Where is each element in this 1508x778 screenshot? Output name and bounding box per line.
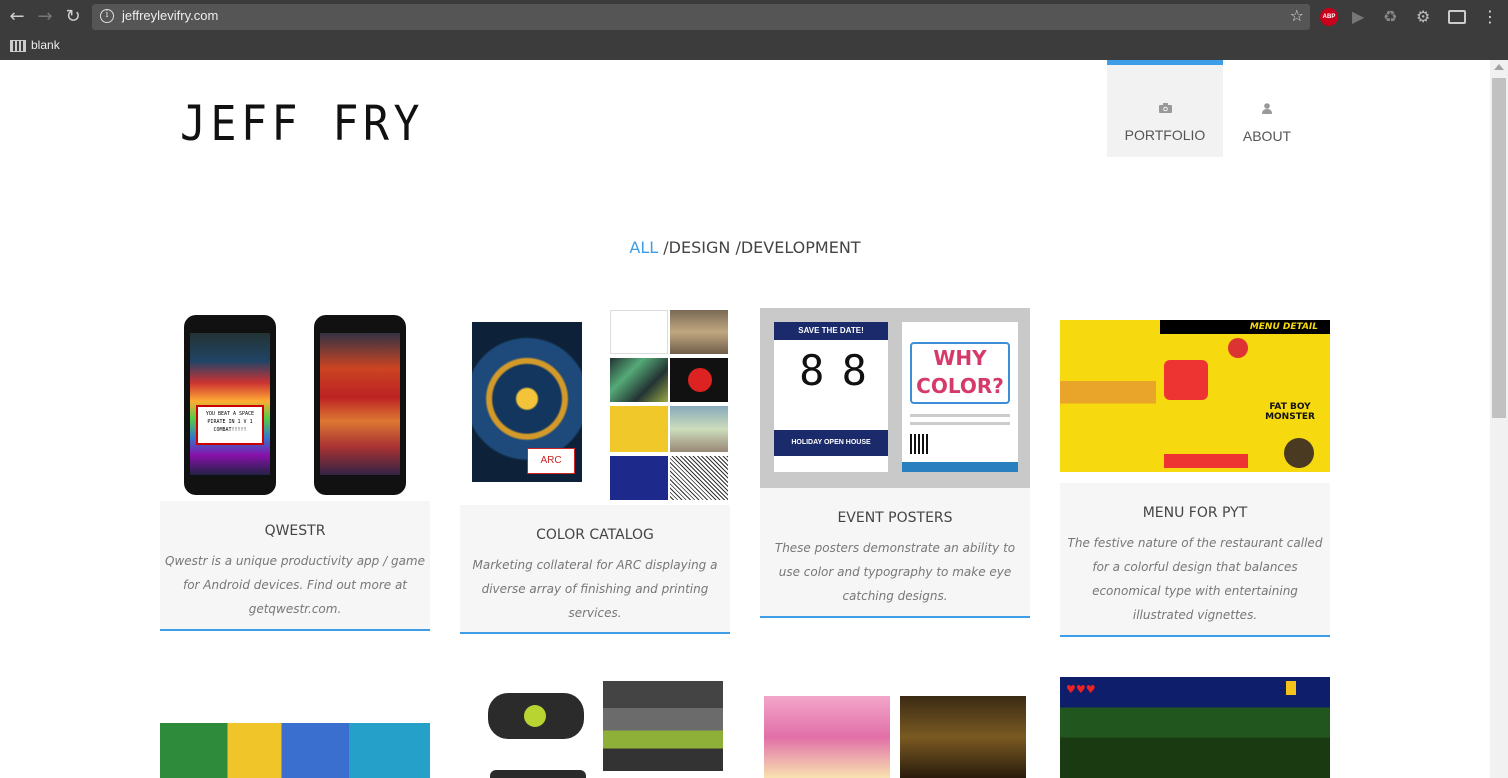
page-content: JEFF FRY PORTFOLIO ABOUT ALL /DESIGN /DE… [0,60,1490,778]
browser-toolbar: ← → ↻ i jeffreylevifry.com ☆ ABP ▶ ♻ ⚙ ⋮ [0,0,1508,34]
qwestr-thumbnail[interactable]: YOU BEAT A SPACE PIRATE IN 1 V 1 COMBAT!… [160,310,430,500]
reload-icon[interactable]: ↻ [62,6,84,28]
burger-monster [1284,438,1314,468]
url-text[interactable]: jeffreylevifry.com [122,8,218,23]
car-logo [524,705,546,727]
texture-tile [670,456,728,500]
brunch-burgers-label [1164,454,1248,468]
poster-footer [902,462,1018,472]
project-title[interactable]: COLOR CATALOG [460,527,730,543]
nav-label-about[interactable]: ABOUT [1232,128,1302,144]
quote-tile [610,406,668,452]
poster-date: 8 8 [799,346,867,395]
phone-image [314,315,406,495]
church-tile [670,406,728,452]
scroll-thumb[interactable] [1492,78,1506,418]
nav-label-portfolio[interactable]: PORTFOLIO [1107,127,1223,143]
project-description: Qwestr is a unique productivity app / ga… [165,554,425,616]
project-card[interactable]: QWESTR Qwestr is a unique productivity a… [160,501,430,631]
user-icon [1262,103,1272,114]
back-icon[interactable]: ← [6,6,28,28]
poster-text-line [910,414,1010,417]
site-logo[interactable]: JEFF FRY [180,96,424,152]
menu-header: MENU DETAIL [1160,320,1330,334]
helmet-tile [670,358,728,402]
phone-screen: YOU BEAT A SPACE PIRATE IN 1 V 1 COMBAT!… [190,333,270,475]
cathedral-tile [670,310,728,354]
project-title[interactable]: EVENT POSTERS [760,510,1030,526]
car-photo [603,681,723,771]
recycle-extension-icon[interactable]: ♻ [1383,8,1401,26]
menu-pink-block [1164,360,1208,400]
project-description: The festive nature of the restaurant cal… [1067,536,1323,622]
project-card[interactable]: COLOR CATALOG Marketing collateral for A… [460,505,730,634]
forward-icon[interactable]: → [34,6,56,28]
hearts-icon: ♥♥♥ [1066,683,1096,696]
car-top-view [488,693,584,739]
bookmark-label[interactable]: blank [31,38,60,52]
menu-thumbnail[interactable]: MENU DETAIL FAT BOY MONSTER [1060,320,1330,472]
project-description: Marketing collateral for ARC displaying … [472,558,718,620]
info-icon[interactable]: i [100,9,114,23]
qr-code [910,434,930,454]
pattern-tile [610,358,668,402]
menu-bowl [1228,338,1248,358]
poster-house-banner: HOLIDAY OPEN HOUSE [774,430,888,456]
astronomical-clock-image: ARC [472,322,582,482]
nav-about[interactable]: ABOUT [1232,60,1302,157]
poster-banner: SAVE THE DATE! [774,322,888,340]
game-art-thumbnail[interactable] [760,696,1030,778]
coin-icon [1286,681,1296,695]
menu-item-title: FAT BOY MONSTER [1265,402,1315,422]
color-catalog-thumbnail[interactable]: ARC [460,308,730,504]
pixel-game-thumbnail[interactable]: ♥♥♥ [1060,677,1330,778]
project-description: These posters demonstrate an ability to … [774,541,1016,603]
helmet-shape [688,368,712,392]
nav-portfolio[interactable]: PORTFOLIO [1107,60,1223,157]
project-title[interactable]: MENU FOR PYT [1060,505,1330,521]
poster-text-line [910,422,1010,425]
poster-title: WHY COLOR? [910,342,1010,404]
arc-label: ARC [527,448,575,474]
filter-design[interactable]: /DESIGN [658,238,730,257]
bookmark-grid-icon [10,40,26,52]
car-side-view [490,770,586,778]
filter-all[interactable]: ALL [629,238,658,257]
column-tile [610,456,668,500]
bookmark-star-icon[interactable]: ☆ [1290,6,1304,25]
wall-graphics-thumbnail[interactable] [160,723,430,778]
super-prince-art [764,696,890,778]
browser-chrome: ← → ↻ i jeffreylevifry.com ☆ ABP ▶ ♻ ⚙ ⋮… [0,0,1508,60]
game-popup: YOU BEAT A SPACE PIRATE IN 1 V 1 COMBAT!… [196,405,264,445]
project-card[interactable]: EVENT POSTERS These posters demonstrate … [760,488,1030,618]
dacian-gold-art [900,696,1026,778]
scroll-up-arrow-icon[interactable] [1494,64,1504,70]
gear-icon[interactable]: ⚙ [1416,8,1434,26]
menu-left-panel [1060,320,1156,472]
project-title[interactable]: QWESTR [160,523,430,539]
monitor-extension-icon[interactable] [1448,10,1466,24]
save-the-date-poster: SAVE THE DATE! 8 8 HOLIDAY OPEN HOUSE [774,322,888,472]
adblock-icon[interactable]: ABP [1320,8,1338,26]
event-posters-thumbnail[interactable]: SAVE THE DATE! 8 8 HOLIDAY OPEN HOUSE WH… [760,308,1030,488]
filter-development[interactable]: /DEVELOPMENT [730,238,860,257]
bookmarks-bar: blank [0,34,1508,60]
phone-screen [320,333,400,475]
phone-image: YOU BEAT A SPACE PIRATE IN 1 V 1 COMBAT!… [184,315,276,495]
address-bar[interactable]: i jeffreylevifry.com ☆ [92,4,1310,30]
browser-menu-icon[interactable]: ⋮ [1482,8,1500,26]
portfolio-filters: ALL /DESIGN /DEVELOPMENT [0,238,1490,257]
project-card[interactable]: MENU FOR PYT The festive nature of the r… [1060,483,1330,637]
text-tile [610,310,668,354]
play-extension-icon[interactable]: ▶ [1352,8,1370,26]
page-scrollbar[interactable] [1490,60,1508,778]
why-color-poster: WHY COLOR? [902,322,1018,472]
car-wrap-thumbnail[interactable] [460,675,730,778]
camera-icon [1158,103,1172,113]
